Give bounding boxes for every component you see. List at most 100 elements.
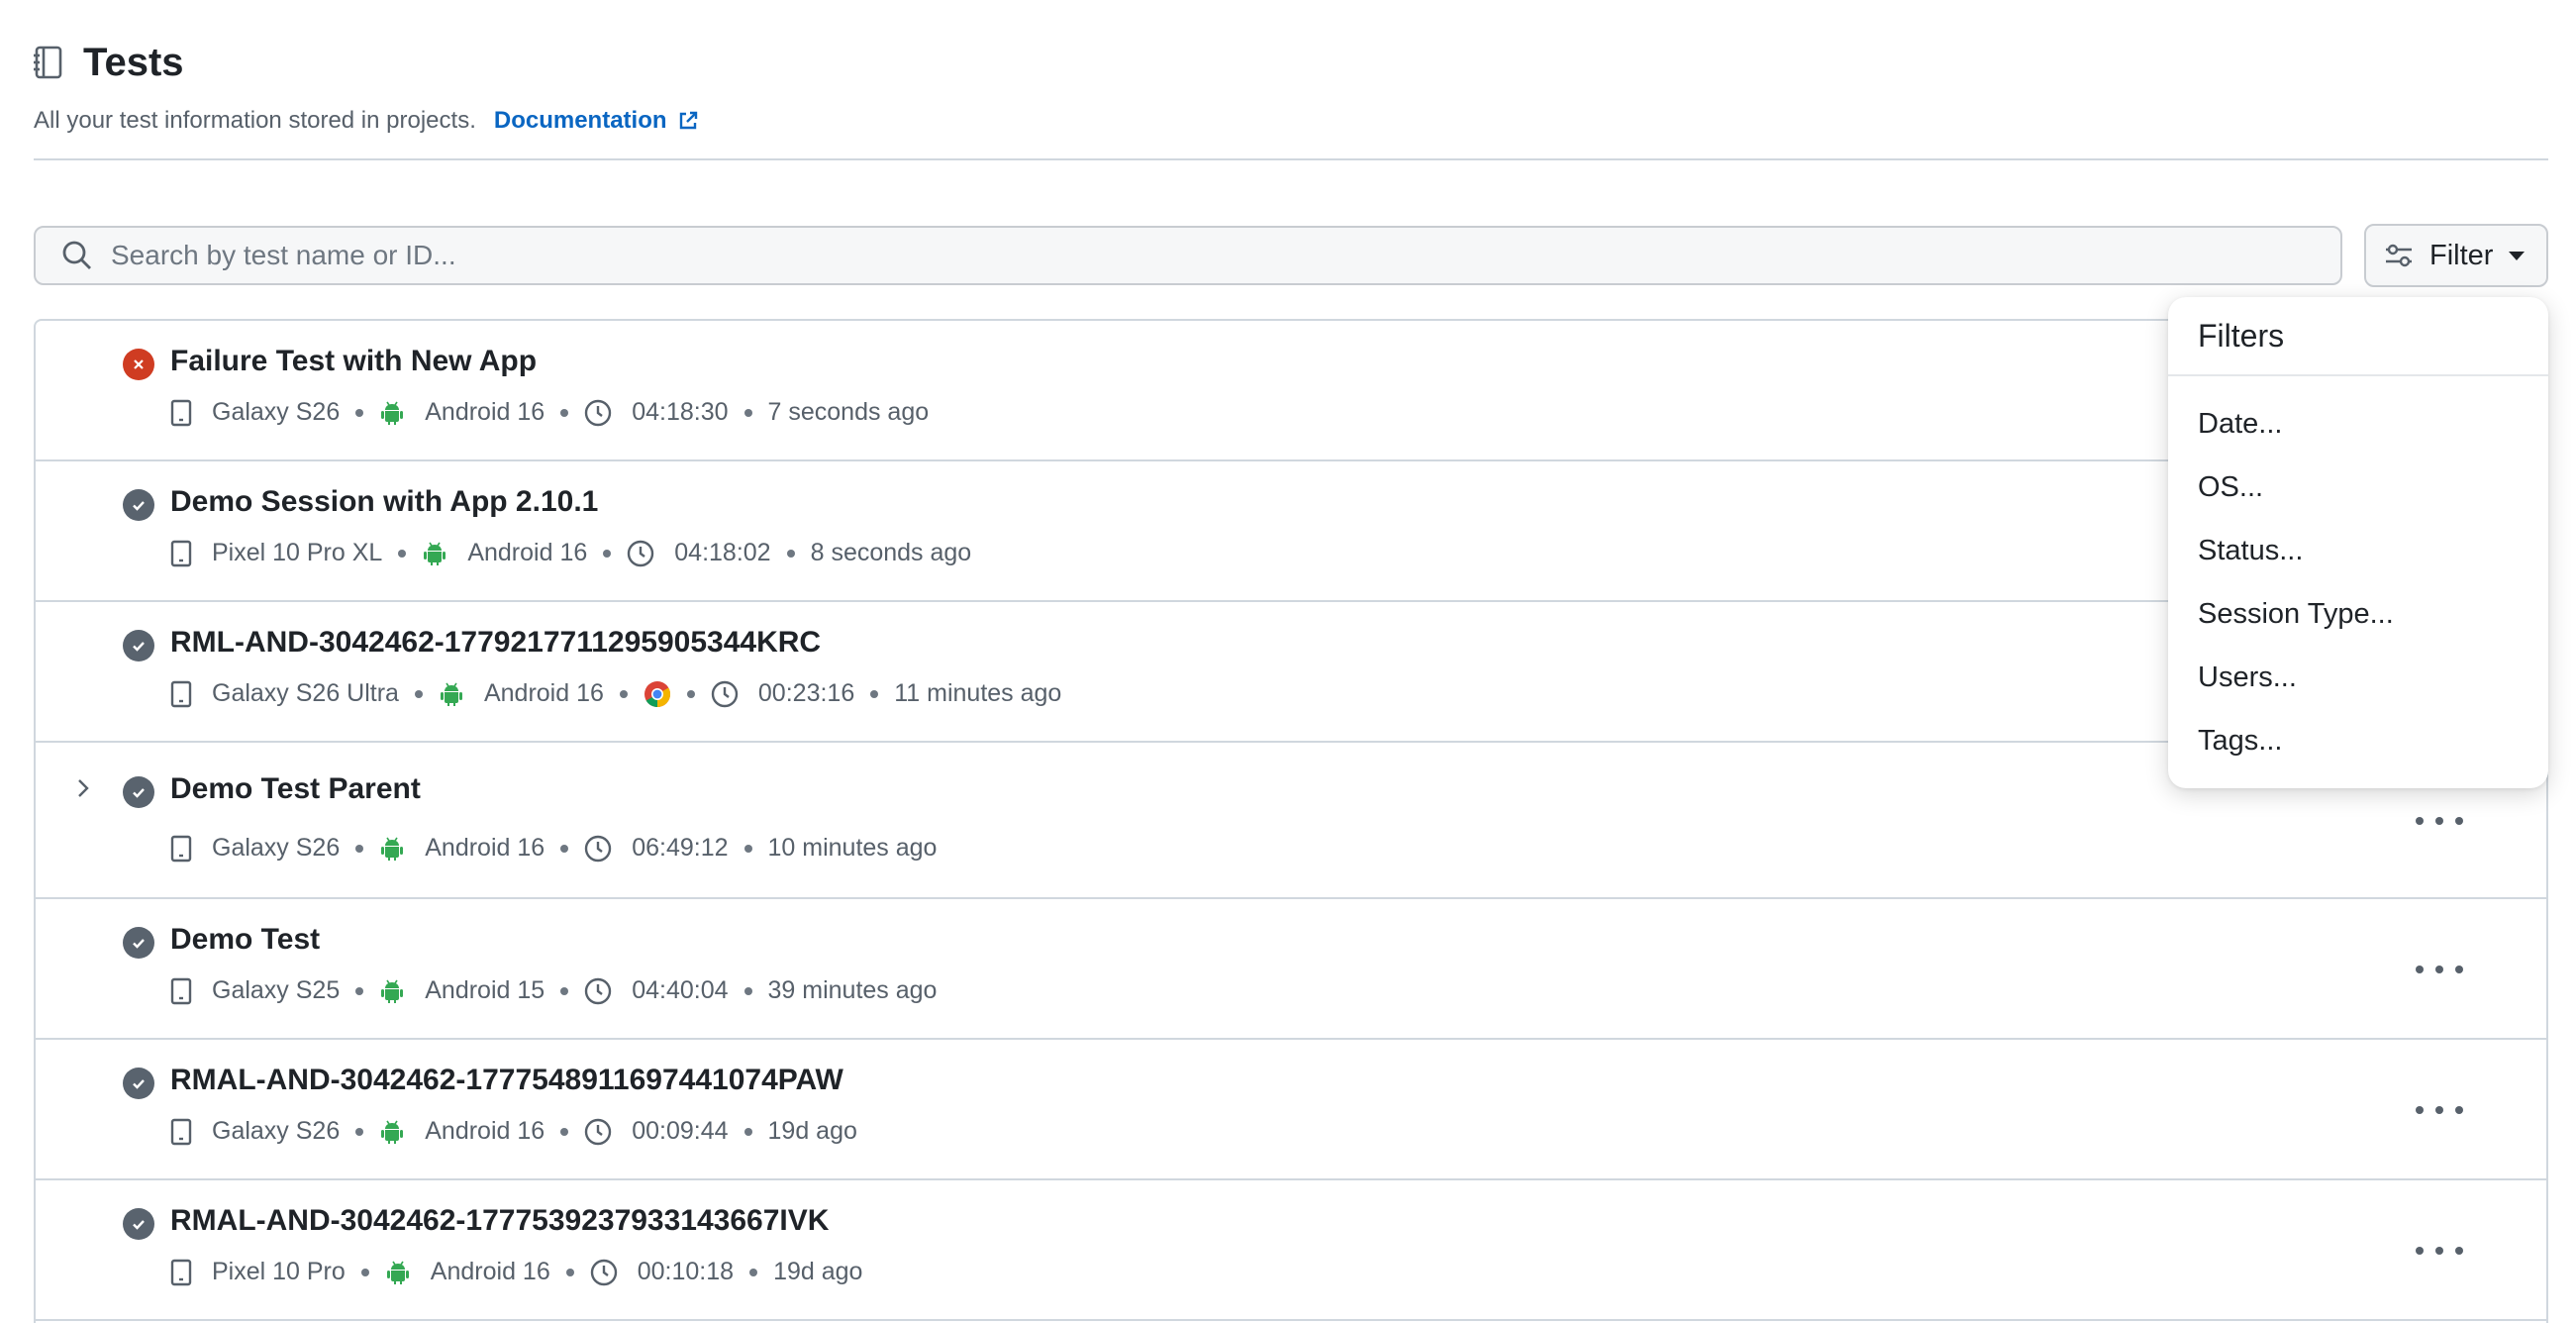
filter-option-tags[interactable]: Tags... [2198,725,2282,758]
caret-down-icon [2509,251,2526,260]
meta-time-text: 19d ago [767,1117,857,1145]
documentation-link[interactable]: Documentation [494,107,699,135]
meta-os-text: Android 16 [425,834,545,862]
android-icon [422,541,457,566]
meta-duration: 04:40:04 [584,976,729,1005]
filter-button-label: Filter [2429,239,2494,271]
meta-time-text: 39 minutes ago [767,976,938,1004]
meta-device: Galaxy S26 [170,1117,340,1146]
passed-status-icon [123,1208,154,1240]
meta-device-text: Galaxy S26 [212,398,341,426]
search-input[interactable] [111,240,2289,271]
chrome-icon [644,680,671,708]
meta-device-text: Pixel 10 Pro [212,1258,346,1285]
filter-button[interactable]: Filter [2364,224,2548,287]
test-name[interactable]: Demo Test [170,923,320,957]
separator-dot [355,844,364,853]
clock-icon [584,835,622,863]
notebook-icon [34,46,63,79]
meta-os-text: Android 15 [425,976,545,1004]
meta-duration: 04:18:02 [627,539,771,567]
failed-status-icon [123,349,154,380]
separator-dot [743,408,752,417]
meta-time-text: 11 minutes ago [894,679,1062,707]
meta-duration-text: 00:23:16 [757,679,855,707]
clock-icon [627,540,664,567]
search-icon [62,241,91,269]
meta-device: Galaxy S26 [170,834,340,863]
meta-time-text: 7 seconds ago [767,398,930,426]
more-options-icon[interactable] [2416,955,2463,984]
meta-duration: 00:23:16 [711,679,854,708]
passed-status-icon [123,927,154,959]
meta-os: Android 16 [379,398,545,427]
more-options-icon[interactable] [2416,1095,2463,1125]
header-divider [34,158,2548,160]
test-meta: Galaxy S26 Ultra Android 16 00:23:16 11 min… [170,679,1061,708]
filter-option-users[interactable]: Users... [2198,662,2297,694]
device-icon [170,977,202,1005]
test-meta: Galaxy S25 Android 15 04:40:04 39 minutes a… [170,976,937,1005]
separator-dot [743,1127,752,1136]
meta-device: Galaxy S25 [170,976,340,1005]
test-meta: Pixel 10 Pro XL Android 16 04:18:02 8 secon… [170,539,971,567]
meta-device: Galaxy S26 Ultra [170,679,399,708]
separator-dot [743,844,752,853]
meta-device-text: Galaxy S26 [212,1117,341,1145]
filter-option-os[interactable]: OS... [2198,471,2263,504]
device-icon [170,835,202,863]
meta-os: Android 16 [439,679,604,708]
test-meta: Pixel 10 Pro Android 16 00:10:18 19d ago [170,1258,862,1286]
meta-device: Pixel 10 Pro [170,1258,346,1286]
android-icon [379,1119,415,1145]
filters-dropdown-title: Filters [2168,297,2548,376]
test-name[interactable]: Demo Session with App 2.10.1 [170,485,598,519]
filter-option-session-type[interactable]: Session Type... [2198,598,2394,631]
more-options-icon[interactable] [2416,1236,2463,1266]
test-meta: Galaxy S26 Android 16 00:09:44 19d ago [170,1117,857,1146]
test-row[interactable]: RMAL-AND-3042462-1777539237933143667IVK P… [36,1180,2546,1321]
separator-dot [786,549,795,558]
passed-status-icon [123,489,154,521]
test-name[interactable]: Demo Test Parent [170,772,421,806]
test-name[interactable]: RMAL-AND-3042462-1777548911697441074PAW [170,1064,843,1097]
meta-os: Android 16 [379,1117,545,1146]
chevron-right-icon[interactable] [69,774,97,802]
test-row[interactable]: Demo Test Galaxy S25 Android 15 04:40:04 39 … [36,899,2546,1040]
meta-device-text: Galaxy S26 [212,834,341,862]
device-icon [170,540,202,567]
separator-dot [560,1127,569,1136]
separator-dot [360,1268,369,1276]
meta-duration: 04:18:30 [584,398,729,427]
documentation-link-label: Documentation [493,107,667,134]
test-meta: Galaxy S26 Android 16 06:49:12 10 minutes a… [170,834,937,863]
separator-dot [355,1127,364,1136]
more-options-icon[interactable] [2416,806,2463,836]
test-name[interactable]: Failure Test with New App [170,345,537,378]
meta-duration-text: 04:40:04 [632,976,729,1004]
search-bar[interactable] [34,226,2342,285]
android-icon [379,836,415,862]
filter-option-status[interactable]: Status... [2198,535,2303,567]
separator-dot [619,689,628,698]
android-icon [379,400,415,426]
meta-duration: 00:09:44 [584,1117,729,1146]
android-icon [379,978,415,1004]
separator-dot [870,689,879,698]
passed-status-icon [123,1068,154,1099]
clock-icon [590,1259,628,1286]
clock-icon [584,399,622,427]
test-name[interactable]: RML-AND-3042462-1779217711295905344KRC [170,626,821,660]
test-name[interactable]: RMAL-AND-3042462-1777539237933143667IVK [170,1204,829,1238]
filter-option-date[interactable]: Date... [2198,408,2282,441]
meta-duration-text: 00:09:44 [632,1117,729,1145]
meta-device-text: Galaxy S25 [212,976,341,1004]
test-row[interactable]: RMAL-AND-3042462-1777548911697441074PAW G… [36,1040,2546,1180]
meta-time-text: 19d ago [773,1258,863,1285]
meta-device: Galaxy S26 [170,398,340,427]
page-title: Tests [83,40,184,84]
meta-duration-text: 00:10:18 [637,1258,735,1285]
page-subtitle: All your test information stored in proj… [34,107,476,134]
separator-dot [414,689,423,698]
separator-dot [603,549,612,558]
